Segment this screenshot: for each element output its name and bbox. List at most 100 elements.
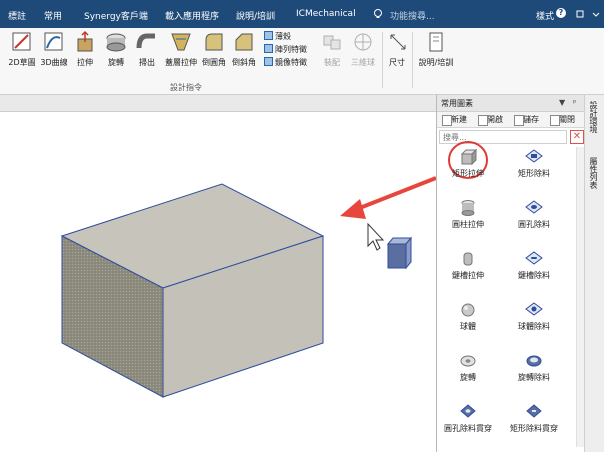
- shape-slot-cut[interactable]: 鍵槽除料: [507, 249, 561, 291]
- ribbon-tab-bar: 標註 常用 Synergy客戶端 載入應用程序 說明/培訓 ICMechanic…: [0, 0, 604, 28]
- extrude-label: 拉伸: [77, 58, 93, 67]
- curve-3d-label: 3D曲線: [40, 58, 68, 67]
- sphere-cut-icon: [525, 302, 543, 316]
- tab-icmechanical[interactable]: ICMechanical: [296, 9, 356, 19]
- ribbon-group-label: 設計指令: [170, 83, 202, 92]
- pattern-button[interactable]: 陣列特徵: [264, 44, 307, 56]
- tab-help[interactable]: 說明/培訓: [236, 9, 275, 22]
- side-tab-strip: 設計環境 屬性列表: [584, 95, 604, 452]
- sketch-2d-label: 2D草圖: [8, 58, 36, 67]
- mirror-label: 鏡像特徵: [275, 58, 307, 67]
- extrude-button[interactable]: 拉伸: [72, 30, 98, 76]
- shell-button[interactable]: 薄殼: [264, 31, 291, 43]
- shell-icon: [264, 31, 273, 40]
- lightbulb-icon: [374, 9, 382, 18]
- shape-rect-cut[interactable]: 矩形除料: [507, 147, 561, 189]
- shape-label: 球體: [460, 322, 476, 331]
- sweep-label: 掃出: [139, 58, 155, 67]
- close-button[interactable]: 關閉: [549, 114, 575, 126]
- design-viewport[interactable]: [0, 112, 436, 452]
- rect-cut-icon: [525, 149, 543, 163]
- rect-through-icon: [526, 404, 542, 418]
- tab-design-env[interactable]: 設計環境: [588, 101, 599, 133]
- shape-label: 球體除料: [518, 322, 550, 331]
- fillet-button[interactable]: 倒圓角: [200, 30, 228, 76]
- curve-3d-button[interactable]: 3D曲線: [38, 30, 70, 76]
- shape-slot-extrude[interactable]: 鍵槽拉伸: [441, 249, 495, 291]
- triball-label: 三維球: [351, 58, 375, 67]
- chamfer-label: 倒斜角: [232, 58, 256, 67]
- triball-button[interactable]: 三維球: [348, 30, 378, 76]
- shape-revolve[interactable]: 旋轉: [441, 351, 495, 393]
- hole-cut-icon: [525, 200, 543, 214]
- revolve-label: 旋轉: [108, 58, 124, 67]
- extrude-icon: [77, 30, 93, 52]
- shape-label: 矩形除料: [518, 169, 550, 178]
- shape-label: 矩形拉伸: [452, 169, 484, 178]
- revolve-shape-icon: [460, 355, 476, 367]
- shape-label: 旋轉除料: [518, 373, 550, 382]
- chamfer-button[interactable]: 倒斜角: [230, 30, 258, 76]
- shape-cylinder-extrude[interactable]: 圓柱拉伸: [441, 198, 495, 240]
- loft-button[interactable]: 蓋層拉伸: [164, 30, 198, 76]
- panel-menu-icon[interactable]: ▼: [559, 98, 565, 107]
- tab-annotate[interactable]: 標註: [8, 9, 26, 22]
- slot-icon: [463, 252, 473, 266]
- feature-search-input[interactable]: 功能搜尋...: [390, 9, 435, 22]
- shape-label: 旋轉: [460, 373, 476, 382]
- common-shapes-panel: 常用圖素 ▼ ᵖ 新建 開啟 儲存 關閉 ✕ 矩形拉伸 矩形除料 圓柱拉伸 圓孔…: [436, 95, 585, 452]
- chamfer-icon: [235, 33, 253, 51]
- panel-scrollbar[interactable]: [576, 147, 584, 447]
- pattern-label: 陣列特徵: [275, 45, 307, 54]
- window-restore-icon[interactable]: [574, 8, 586, 20]
- cursor-icon: [367, 222, 385, 251]
- sketch-2d-button[interactable]: 2D草圖: [6, 30, 38, 76]
- mirror-button[interactable]: 鏡像特徵: [264, 57, 307, 69]
- loft-label: 蓋層拉伸: [165, 58, 197, 67]
- shape-sphere-cut[interactable]: 球體除料: [507, 300, 561, 342]
- dimension-icon: [390, 34, 406, 50]
- tab-synergy[interactable]: Synergy客戶端: [84, 9, 148, 22]
- sphere-icon: [461, 303, 475, 317]
- new-button[interactable]: 新建: [441, 114, 467, 126]
- shape-hole-through[interactable]: 圓孔除料貫穿: [441, 402, 495, 444]
- shape-rect-through[interactable]: 矩形除料貫穿: [507, 402, 561, 444]
- tab-addins[interactable]: 載入應用程序: [165, 9, 219, 22]
- shape-label: 圓孔除料: [518, 220, 550, 229]
- shape-label: 圓孔除料貫穿: [444, 424, 492, 433]
- ribbon-divider: [412, 32, 413, 88]
- tab-properties[interactable]: 屬性列表: [588, 157, 599, 189]
- shape-revolve-cut[interactable]: 旋轉除料: [507, 351, 561, 393]
- rect-block-icon: [460, 148, 478, 166]
- shape-sphere[interactable]: 球體: [441, 300, 495, 342]
- pattern-icon: [264, 44, 273, 53]
- viewport-canvas: [60, 176, 436, 398]
- open-button[interactable]: 開啟: [477, 114, 503, 126]
- help-icon[interactable]: ?: [556, 8, 566, 18]
- revolve-button[interactable]: 旋轉: [102, 30, 130, 76]
- shape-label: 圓柱拉伸: [452, 220, 484, 229]
- revolve-cut-icon: [526, 355, 542, 367]
- help-training-button[interactable]: 說明/培訓: [416, 30, 456, 76]
- revolve-icon: [106, 33, 126, 52]
- shape-rect-extrude[interactable]: 矩形拉伸: [441, 147, 495, 189]
- triball-icon: [354, 33, 372, 51]
- assembly-label: 裝配: [324, 58, 340, 67]
- panel-pin-icon[interactable]: ᵖ: [573, 98, 576, 107]
- save-button[interactable]: 儲存: [513, 114, 539, 126]
- cylinder-icon: [461, 200, 475, 216]
- style-dropdown[interactable]: 樣式: [536, 9, 554, 22]
- hole-through-icon: [460, 404, 476, 418]
- assembly-button[interactable]: 裝配: [318, 30, 346, 76]
- sweep-icon: [136, 33, 155, 49]
- tab-home[interactable]: 常用: [44, 9, 62, 22]
- slot-cut-icon: [525, 251, 543, 265]
- sketch-icon: [12, 32, 31, 51]
- rectangular-block[interactable]: [60, 183, 325, 398]
- dimension-button[interactable]: 尺寸: [386, 30, 408, 76]
- book-icon: [429, 32, 443, 52]
- close-icon[interactable]: ✕: [570, 130, 584, 144]
- sweep-button[interactable]: 掃出: [134, 30, 160, 76]
- shape-hole-cut[interactable]: 圓孔除料: [507, 198, 561, 240]
- chevron-down-icon[interactable]: [590, 8, 602, 20]
